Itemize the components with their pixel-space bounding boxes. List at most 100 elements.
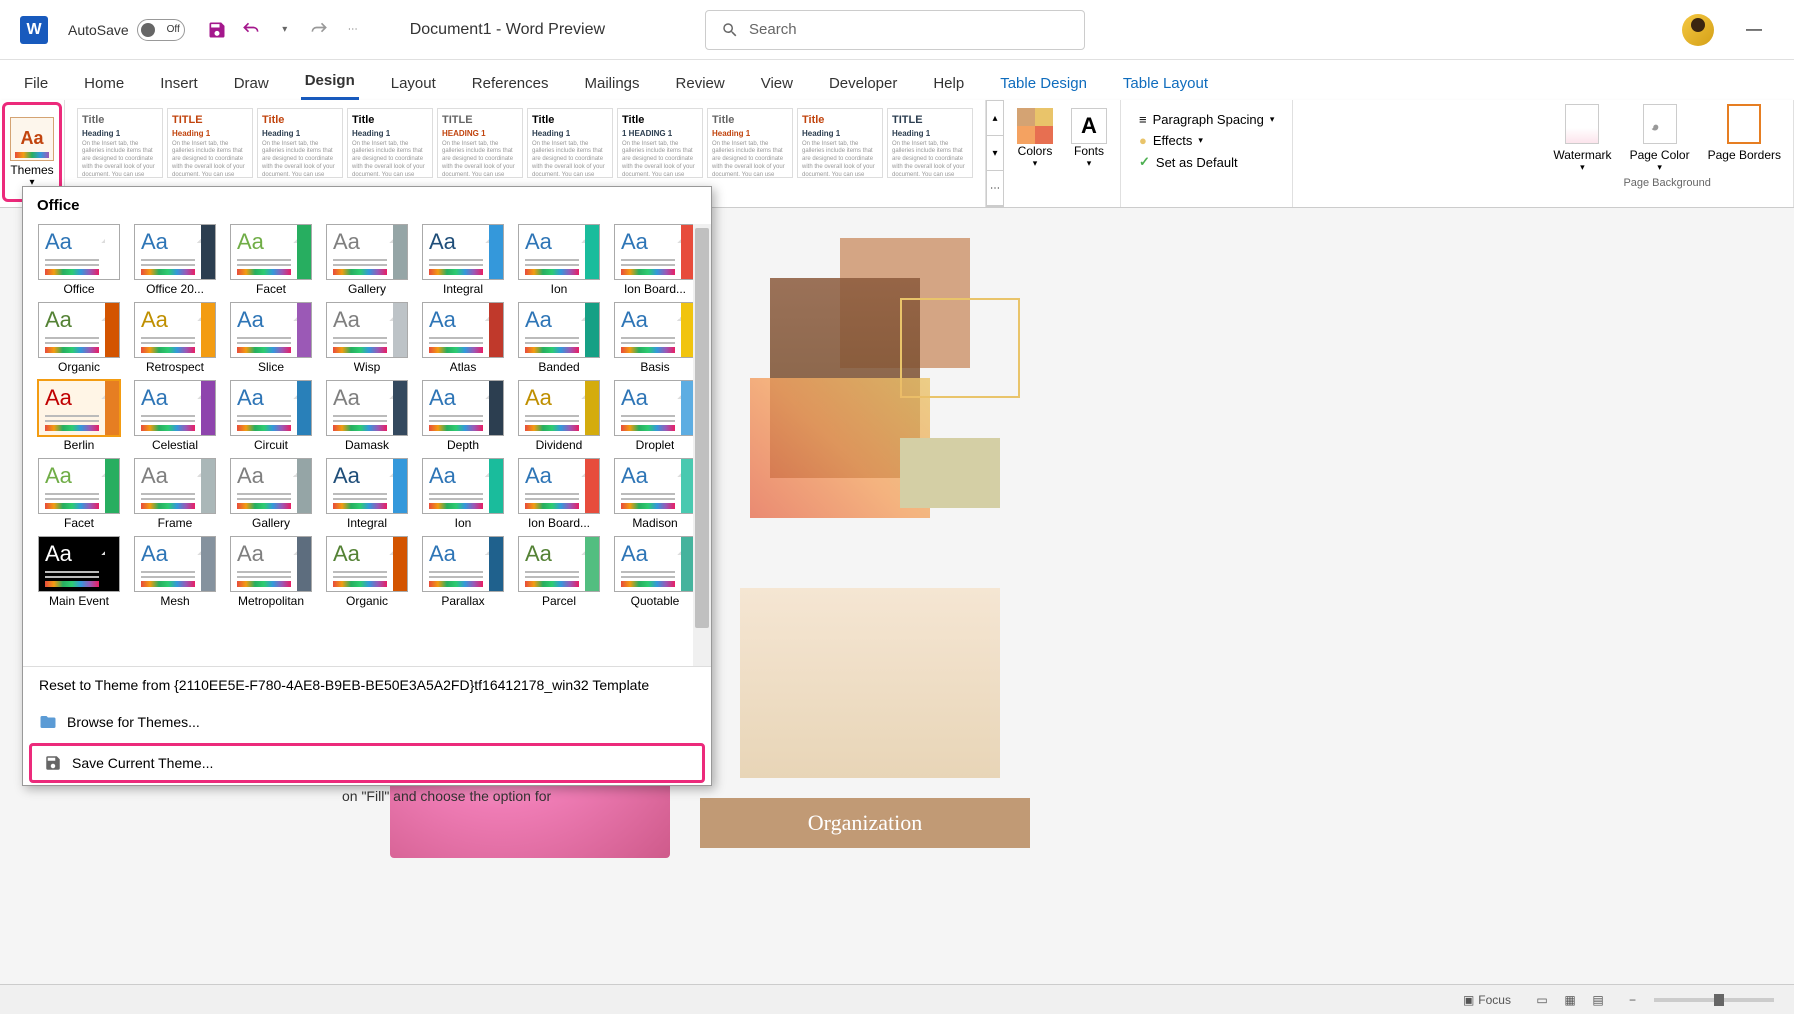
theme-slice[interactable]: AaSlice — [225, 302, 317, 374]
theme-frame[interactable]: AaFrame — [129, 458, 221, 530]
theme-metropolitan[interactable]: AaMetropolitan — [225, 536, 317, 608]
document-formatting-gallery[interactable]: TitleHeading 1On the Insert tab, the gal… — [73, 104, 977, 182]
paragraph-spacing-icon: ≡ — [1139, 112, 1147, 127]
themes-scrollbar[interactable] — [693, 224, 711, 666]
style-variant[interactable]: TITLEHeading 1On the Insert tab, the gal… — [167, 108, 253, 178]
theme-mesh[interactable]: AaMesh — [129, 536, 221, 608]
theme-ion[interactable]: AaIon — [513, 224, 605, 296]
theme-office[interactable]: AaOffice — [33, 224, 125, 296]
theme-office-20-[interactable]: AaOffice 20... — [129, 224, 221, 296]
save-current-theme-option[interactable]: Save Current Theme... — [29, 743, 705, 783]
autosave-label: AutoSave — [68, 22, 129, 38]
tab-insert[interactable]: Insert — [156, 67, 202, 100]
doc-shapes — [700, 238, 1100, 578]
theme-integral[interactable]: AaIntegral — [417, 224, 509, 296]
theme-circuit[interactable]: AaCircuit — [225, 380, 317, 452]
focus-icon: ▣ — [1463, 993, 1474, 1007]
web-layout-button[interactable]: ▤ — [1585, 989, 1611, 1011]
theme-ion-board-[interactable]: AaIon Board... — [609, 224, 701, 296]
theme-quotable[interactable]: AaQuotable — [609, 536, 701, 608]
tab-design[interactable]: Design — [301, 64, 359, 100]
theme-banded[interactable]: AaBanded — [513, 302, 605, 374]
browse-themes-option[interactable]: Browse for Themes... — [23, 703, 711, 741]
tab-layout[interactable]: Layout — [387, 67, 440, 100]
save-icon[interactable] — [205, 18, 229, 42]
theme-ion-board-[interactable]: AaIon Board... — [513, 458, 605, 530]
style-variant[interactable]: Title1 HEADING 1On the Insert tab, the g… — [617, 108, 703, 178]
ribbon-tabs: File Home Insert Draw Design Layout References… — [0, 60, 1794, 100]
page-borders-button[interactable]: Page Borders — [1708, 104, 1781, 173]
focus-mode-button[interactable]: ▣Focus — [1463, 993, 1511, 1007]
style-variant[interactable]: TitleHeading 1On the Insert tab, the gal… — [527, 108, 613, 178]
check-icon: ✓ — [1139, 154, 1150, 170]
gallery-down-icon[interactable]: ▾ — [987, 136, 1003, 171]
search-input[interactable]: Search — [705, 10, 1085, 50]
fonts-button[interactable]: A Fonts ▾ — [1066, 104, 1112, 169]
autosave-toggle[interactable]: AutoSave Off — [68, 19, 185, 41]
theme-gallery[interactable]: AaGallery — [321, 224, 413, 296]
style-variant[interactable]: TitleHeading 1On the Insert tab, the gal… — [347, 108, 433, 178]
user-avatar[interactable] — [1682, 14, 1714, 46]
theme-basis[interactable]: AaBasis — [609, 302, 701, 374]
undo-icon[interactable] — [239, 18, 263, 42]
theme-main-event[interactable]: AaMain Event — [33, 536, 125, 608]
tab-home[interactable]: Home — [80, 67, 128, 100]
redo-icon[interactable] — [307, 18, 331, 42]
theme-parallax[interactable]: AaParallax — [417, 536, 509, 608]
tab-mailings[interactable]: Mailings — [581, 67, 644, 100]
effects-button[interactable]: ●Effects▾ — [1139, 133, 1274, 148]
style-variant[interactable]: TitleHeading 1On the Insert tab, the gal… — [797, 108, 883, 178]
theme-atlas[interactable]: AaAtlas — [417, 302, 509, 374]
style-variant[interactable]: TitleHeading 1On the Insert tab, the gal… — [257, 108, 343, 178]
qat-customize-icon[interactable]: ⋯ — [341, 18, 365, 42]
theme-dividend[interactable]: AaDividend — [513, 380, 605, 452]
style-variant[interactable]: TITLEHEADING 1On the Insert tab, the gal… — [437, 108, 523, 178]
theme-madison[interactable]: AaMadison — [609, 458, 701, 530]
effects-icon: ● — [1139, 133, 1147, 148]
tab-review[interactable]: Review — [672, 67, 729, 100]
tab-view[interactable]: View — [757, 67, 797, 100]
tab-developer[interactable]: Developer — [825, 67, 901, 100]
theme-ion[interactable]: AaIon — [417, 458, 509, 530]
zoom-slider[interactable] — [1654, 998, 1774, 1002]
print-layout-button[interactable]: ▦ — [1557, 989, 1583, 1011]
tab-draw[interactable]: Draw — [230, 67, 273, 100]
theme-gallery[interactable]: AaGallery — [225, 458, 317, 530]
theme-organic[interactable]: AaOrganic — [321, 536, 413, 608]
tab-table-design[interactable]: Table Design — [996, 67, 1091, 100]
theme-depth[interactable]: AaDepth — [417, 380, 509, 452]
gallery-scroll[interactable]: ▴ ▾ ⋯ — [986, 100, 1004, 207]
theme-facet[interactable]: AaFacet — [225, 224, 317, 296]
toggle-switch[interactable]: Off — [137, 19, 185, 41]
undo-dropdown-icon[interactable]: ▾ — [273, 18, 297, 42]
set-as-default-button[interactable]: ✓Set as Default — [1139, 154, 1274, 170]
tab-references[interactable]: References — [468, 67, 553, 100]
gallery-up-icon[interactable]: ▴ — [987, 101, 1003, 136]
theme-parcel[interactable]: AaParcel — [513, 536, 605, 608]
theme-droplet[interactable]: AaDroplet — [609, 380, 701, 452]
paragraph-spacing-button[interactable]: ≡Paragraph Spacing▾ — [1139, 112, 1274, 127]
theme-organic[interactable]: AaOrganic — [33, 302, 125, 374]
colors-button[interactable]: Colors ▾ — [1012, 104, 1058, 169]
status-bar: ▣Focus ▭ ▦ ▤ − — [0, 984, 1794, 1014]
style-variant[interactable]: TitleHeading 1On the Insert tab, the gal… — [77, 108, 163, 178]
theme-wisp[interactable]: AaWisp — [321, 302, 413, 374]
tab-table-layout[interactable]: Table Layout — [1119, 67, 1212, 100]
zoom-out-button[interactable]: − — [1629, 993, 1636, 1007]
theme-damask[interactable]: AaDamask — [321, 380, 413, 452]
reset-theme-option[interactable]: Reset to Theme from {2110EE5E-F780-4AE8-… — [23, 667, 711, 703]
read-mode-button[interactable]: ▭ — [1529, 989, 1555, 1011]
tab-file[interactable]: File — [20, 67, 52, 100]
minimize-button[interactable]: — — [1734, 10, 1774, 50]
theme-celestial[interactable]: AaCelestial — [129, 380, 221, 452]
gallery-more-icon[interactable]: ⋯ — [987, 171, 1003, 206]
theme-facet[interactable]: AaFacet — [33, 458, 125, 530]
theme-retrospect[interactable]: AaRetrospect — [129, 302, 221, 374]
watermark-button[interactable]: Watermark▾ — [1553, 104, 1611, 173]
style-variant[interactable]: TitleHeading 1On the Insert tab, the gal… — [707, 108, 793, 178]
style-variant[interactable]: TITLEHeading 1On the Insert tab, the gal… — [887, 108, 973, 178]
page-color-button[interactable]: Page Color▾ — [1630, 104, 1690, 173]
tab-help[interactable]: Help — [929, 67, 968, 100]
theme-berlin[interactable]: AaBerlin — [33, 380, 125, 452]
theme-integral[interactable]: AaIntegral — [321, 458, 413, 530]
